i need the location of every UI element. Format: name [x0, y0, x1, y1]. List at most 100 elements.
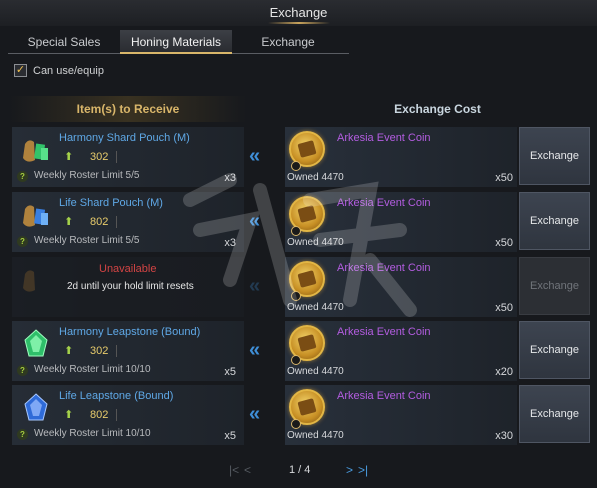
exchange-row-unavailable: Unavailable 2d until your hold limit res… [0, 257, 597, 319]
cost-cell: Arkesia Event Coin Owned 4470 x30 [285, 385, 517, 445]
cost-cell: Arkesia Event Coin Owned 4470 x50 [285, 127, 517, 187]
receive-item-cell: Life Leapstone (Bound) ⬆ 802 ? Weekly Ro… [12, 385, 244, 445]
double-chevron-left-icon: « [249, 339, 260, 361]
cost-quantity: x20 [495, 366, 513, 378]
roster-limit: Weekly Roster Limit 10/10 [34, 428, 151, 439]
clock-icon [291, 291, 301, 301]
owned-count: Owned 4470 [287, 237, 344, 248]
exchange-button-disabled: Exchange [519, 257, 590, 315]
divider [116, 216, 118, 228]
receive-quantity: x3 [224, 172, 236, 184]
tab-honing-materials[interactable]: Honing Materials [120, 30, 232, 54]
exchange-row: Harmony Leapstone (Bound) ⬆ 302 ? Weekly… [0, 321, 597, 383]
exchange-button[interactable]: Exchange [519, 321, 590, 379]
item-level: ⬆ 802 [64, 409, 118, 421]
clock-icon [291, 355, 301, 365]
first-page-icon: |< [229, 463, 240, 477]
item-name: Harmony Leapstone (Bound) [59, 326, 201, 338]
clock-icon [291, 161, 301, 171]
item-name: Life Leapstone (Bound) [59, 390, 174, 402]
receive-quantity: x5 [224, 430, 236, 442]
cost-cell: Arkesia Event Coin Owned 4470 x20 [285, 321, 517, 381]
can-use-filter[interactable]: ✓ Can use/equip [14, 64, 104, 77]
cost-quantity: x50 [495, 237, 513, 249]
owned-count: Owned 4470 [287, 172, 344, 183]
clock-icon [291, 226, 301, 236]
leapstone-icon [18, 327, 54, 361]
cost-item-name: Arkesia Event Coin [337, 326, 431, 338]
receive-item-cell: Harmony Shard Pouch (M) ⬆ 302 ? Weekly R… [12, 127, 244, 187]
cost-quantity: x50 [495, 172, 513, 184]
last-page-icon[interactable]: >| [358, 460, 368, 480]
upgrade-arrow-icon: ⬆ [64, 345, 74, 357]
help-icon[interactable]: ? [17, 429, 28, 440]
pouch-icon [18, 263, 54, 297]
leapstone-icon [18, 391, 54, 425]
tab-exchange[interactable]: Exchange [232, 30, 344, 54]
can-use-checkbox[interactable]: ✓ [14, 64, 27, 77]
exchange-button[interactable]: Exchange [519, 385, 590, 443]
shard-pouch-icon [18, 133, 54, 167]
exchange-button[interactable]: Exchange [519, 192, 590, 250]
tab-special-sales[interactable]: Special Sales [8, 30, 120, 54]
owned-count: Owned 4470 [287, 302, 344, 313]
upgrade-arrow-icon: ⬆ [64, 151, 74, 163]
owned-count: Owned 4470 [287, 430, 344, 441]
roster-limit: Weekly Roster Limit 5/5 [34, 170, 140, 181]
double-chevron-left-icon: « [249, 210, 260, 232]
tab-bar: Special Sales Honing Materials Exchange [8, 30, 349, 54]
item-name: Life Shard Pouch (M) [59, 197, 163, 209]
unavailable-label: Unavailable [99, 263, 157, 275]
cost-quantity: x30 [495, 430, 513, 442]
double-chevron-left-icon: « [249, 403, 260, 425]
item-level-value: 302 [90, 345, 109, 357]
receive-quantity: x3 [224, 237, 236, 249]
exchange-row: Harmony Shard Pouch (M) ⬆ 302 ? Weekly R… [0, 127, 597, 189]
clock-icon [291, 419, 301, 429]
title-ornament [268, 22, 330, 24]
prev-page-icon: < [244, 463, 252, 477]
upgrade-arrow-icon: ⬆ [64, 409, 74, 421]
arkesia-coin-icon [289, 261, 325, 301]
exchange-button[interactable]: Exchange [519, 127, 590, 185]
exchange-cost-header: Exchange Cost [394, 102, 481, 116]
cost-item-name: Arkesia Event Coin [337, 197, 431, 209]
cost-cell: Arkesia Event Coin Owned 4470 x50 [285, 257, 517, 317]
cost-quantity: x50 [495, 302, 513, 314]
exchange-row: Life Leapstone (Bound) ⬆ 802 ? Weekly Ro… [0, 385, 597, 447]
help-icon[interactable]: ? [17, 365, 28, 376]
double-chevron-left-icon: « [249, 145, 260, 167]
cost-item-name: Arkesia Event Coin [337, 132, 431, 144]
help-icon[interactable]: ? [17, 171, 28, 182]
receive-quantity: x5 [224, 366, 236, 378]
item-name: Harmony Shard Pouch (M) [59, 132, 190, 144]
arkesia-coin-icon [289, 325, 325, 365]
receive-item-cell: Harmony Leapstone (Bound) ⬆ 302 ? Weekly… [12, 321, 244, 381]
receive-item-cell: Life Shard Pouch (M) ⬆ 802 ? Weekly Rost… [12, 192, 244, 252]
item-level-value: 802 [90, 216, 109, 228]
items-to-receive-header: Item(s) to Receive [10, 96, 246, 122]
cost-cell: Arkesia Event Coin Owned 4470 x50 [285, 192, 517, 252]
page-indicator: 1 / 4 [289, 464, 311, 476]
divider [116, 345, 118, 357]
roster-limit: Weekly Roster Limit 10/10 [34, 364, 151, 375]
item-level-value: 802 [90, 409, 109, 421]
help-icon[interactable]: ? [17, 236, 28, 247]
upgrade-arrow-icon: ⬆ [64, 216, 74, 228]
cost-item-name: Arkesia Event Coin [337, 262, 431, 274]
double-chevron-left-icon: « [249, 275, 260, 297]
next-page-icon[interactable]: > [346, 460, 353, 480]
arkesia-coin-icon [289, 131, 325, 171]
item-level: ⬆ 302 [64, 151, 118, 163]
item-level: ⬆ 802 [64, 216, 118, 228]
arkesia-coin-icon [289, 389, 325, 429]
roster-limit: Weekly Roster Limit 5/5 [34, 235, 140, 246]
cost-item-name: Arkesia Event Coin [337, 390, 431, 402]
hold-limit-reset-note: 2d until your hold limit resets [67, 281, 194, 292]
item-level: ⬆ 302 [64, 345, 118, 357]
shard-pouch-icon [18, 198, 54, 232]
divider [116, 409, 118, 421]
item-level-value: 302 [90, 151, 109, 163]
exchange-row: Life Shard Pouch (M) ⬆ 802 ? Weekly Rost… [0, 192, 597, 254]
arkesia-coin-icon [289, 196, 325, 236]
